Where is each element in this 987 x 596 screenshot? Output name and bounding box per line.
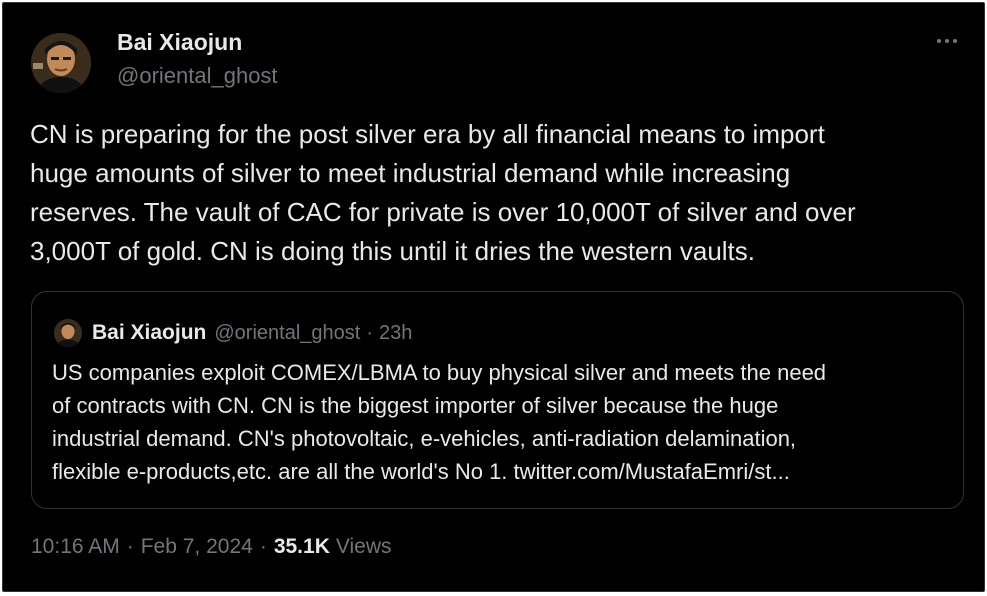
quoted-tweet-header: Bai Xiaojun @oriental_ghost · 23h <box>54 318 412 348</box>
avatar-photo-icon <box>31 33 91 93</box>
tweet-text-line: CN is preparing for the post silver era … <box>30 119 825 149</box>
author-display-name[interactable]: Bai Xiaojun <box>117 29 242 56</box>
views-count[interactable]: 35.1K <box>274 535 330 559</box>
views-label: Views <box>335 535 392 558</box>
quoted-text-line: of contracts with CN. CN is the biggest … <box>52 393 779 418</box>
quoted-author-avatar <box>54 319 82 347</box>
quoted-text-line: US companies exploit COMEX/LBMA to buy p… <box>52 360 827 385</box>
quoted-tweet-text: US companies exploit COMEX/LBMA to buy p… <box>52 356 957 488</box>
quoted-tweet[interactable]: Bai Xiaojun @oriental_ghost · 23h US com… <box>31 291 964 509</box>
quoted-author-handle: @oriental_ghost <box>214 321 361 344</box>
tweet-date[interactable]: Feb 7, 2024 <box>141 535 253 559</box>
author-handle[interactable]: @oriental_ghost <box>117 63 278 89</box>
more-horizontal-icon <box>937 39 941 43</box>
author-avatar[interactable] <box>31 33 91 93</box>
avatar-photo-icon <box>54 319 82 347</box>
quoted-text-line: flexible e-products,etc. are all the wor… <box>52 459 790 484</box>
tweet-text-line: reserves. The vault of CAC for private i… <box>30 197 856 227</box>
quoted-timestamp: 23h <box>378 321 413 344</box>
tweet-time[interactable]: 10:16 AM <box>31 535 120 559</box>
more-horizontal-icon-dot <box>945 39 949 43</box>
quoted-separator: · <box>366 321 373 344</box>
meta-separator: · <box>259 535 267 558</box>
tweet-text-line: huge amounts of silver to meet industria… <box>30 158 791 188</box>
quoted-text-line: industrial demand. CN's photovoltaic, e-… <box>52 426 797 451</box>
more-horizontal-icon-dot <box>953 39 957 43</box>
meta-separator: · <box>126 535 134 558</box>
tweet-text-line: 3,000T of gold. CN is doing this until i… <box>30 236 756 266</box>
more-options-button[interactable] <box>930 29 964 53</box>
tweet-meta: 10:16 AM · Feb 7, 2024 · 35.1K Views <box>31 535 392 559</box>
quoted-author-display-name: Bai Xiaojun <box>92 321 207 344</box>
tweet-text: CN is preparing for the post silver era … <box>30 115 960 271</box>
tweet-card: Bai Xiaojun @oriental_ghost CN is prepar… <box>2 2 985 592</box>
